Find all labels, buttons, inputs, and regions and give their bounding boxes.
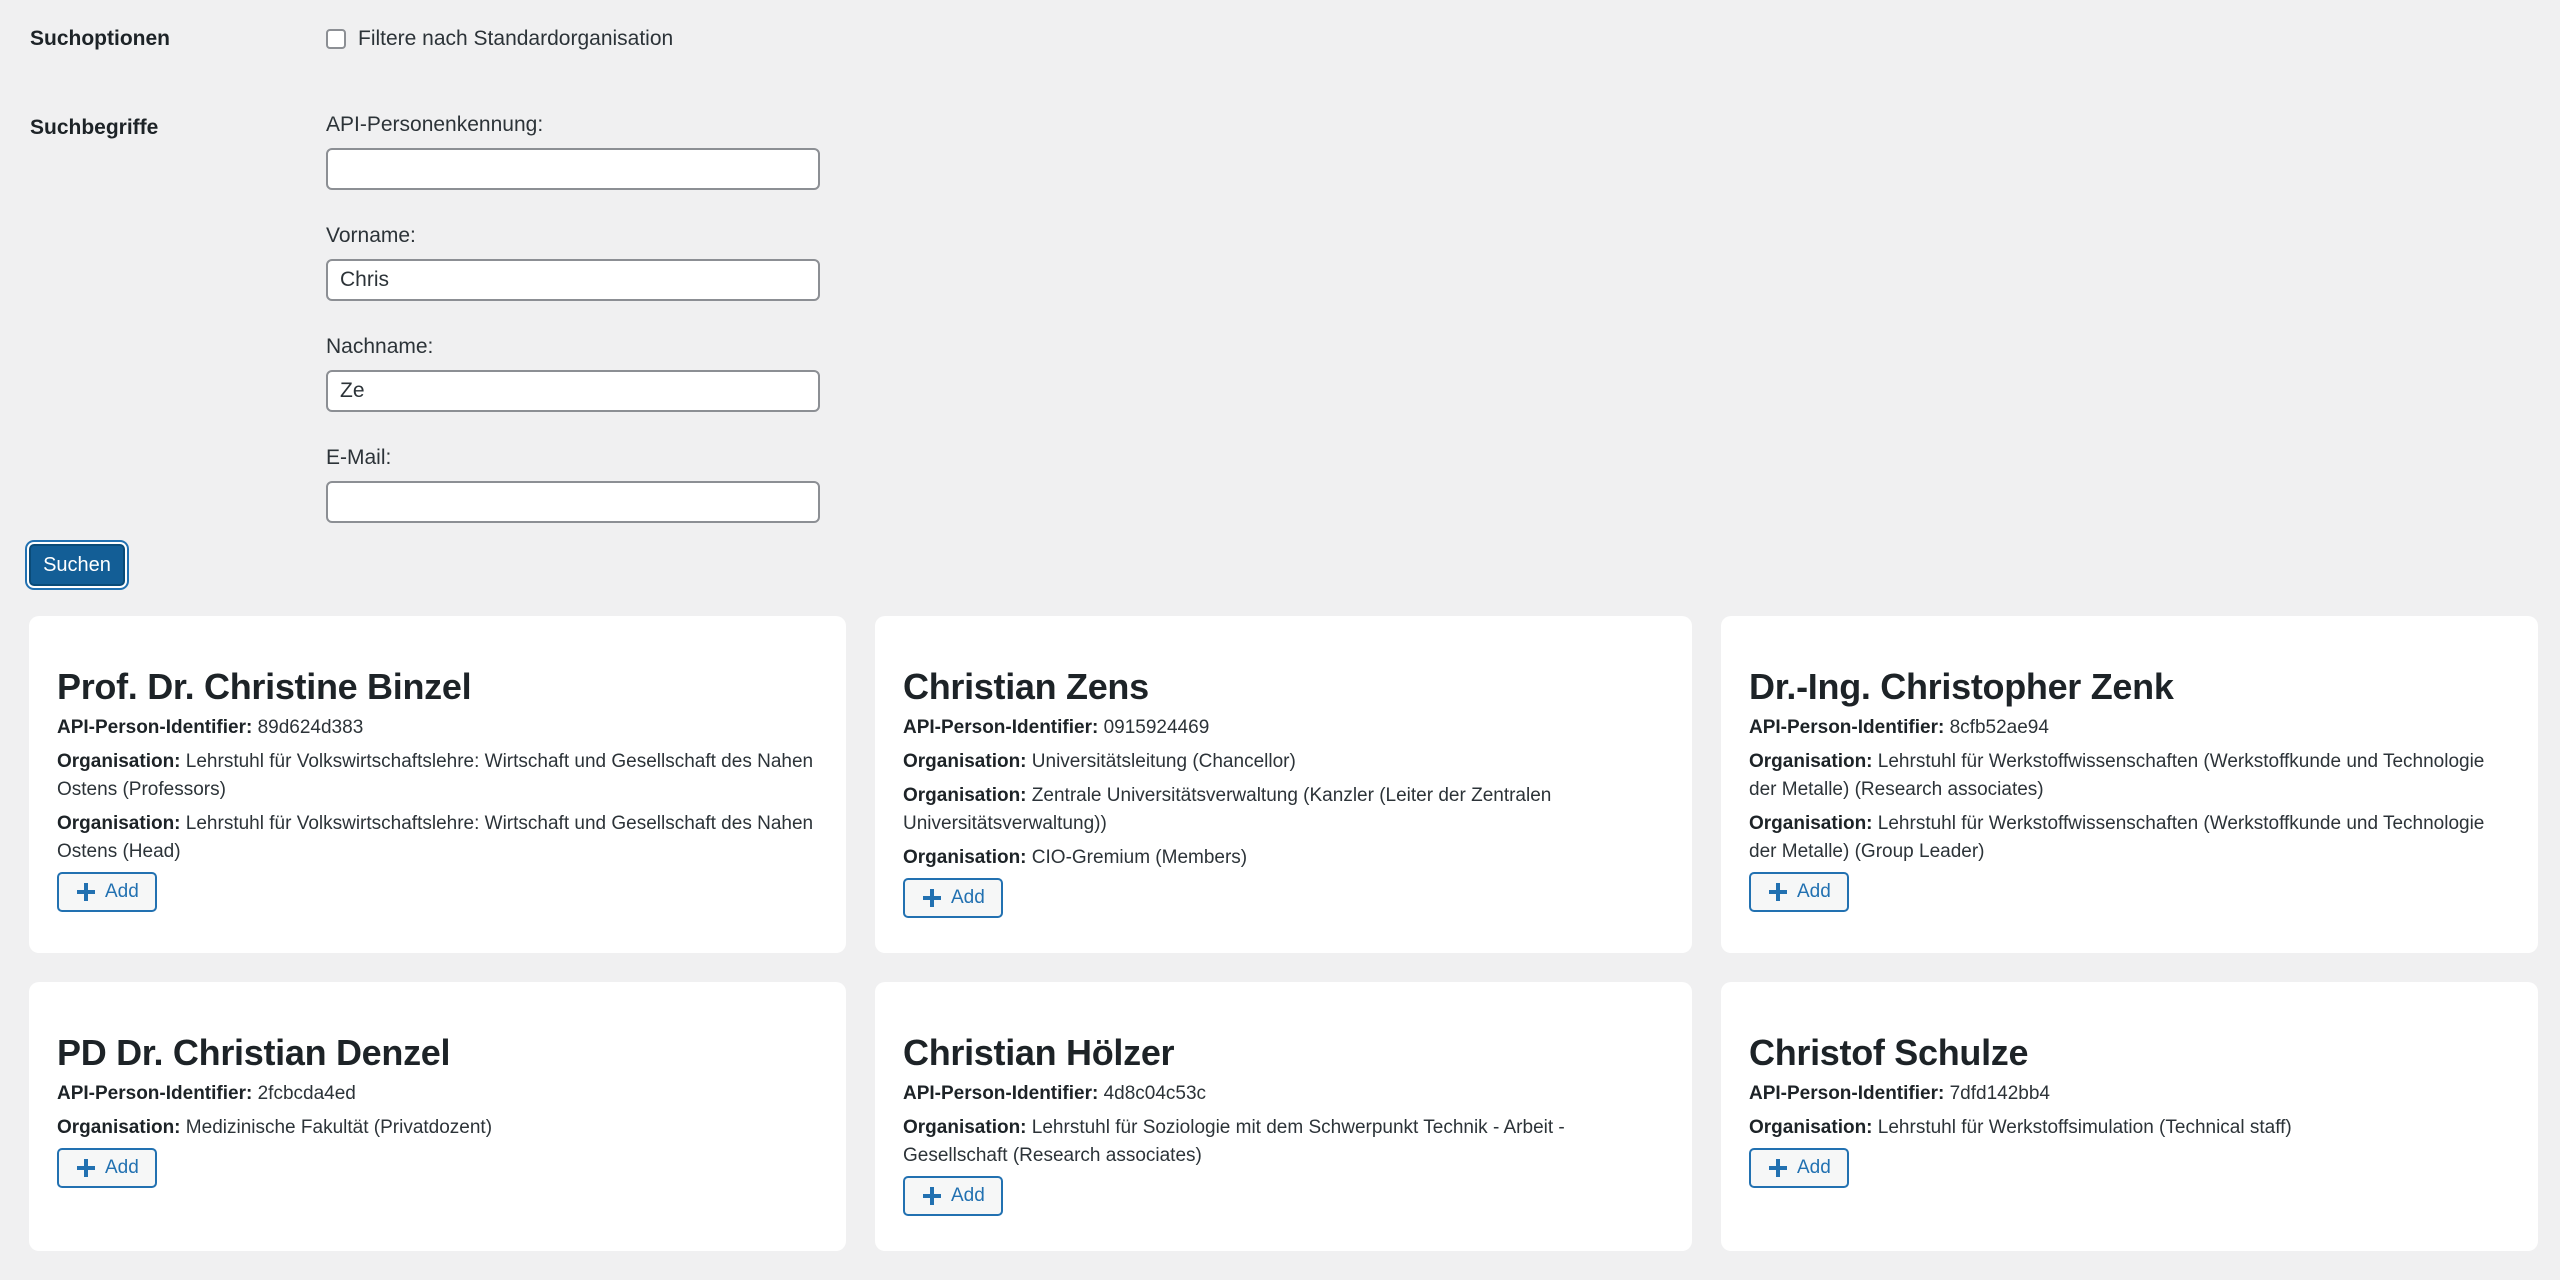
organisation-label: Organisation: — [57, 1117, 181, 1138]
add-button-label: Add — [1797, 881, 1831, 902]
add-button-label: Add — [1797, 1157, 1831, 1178]
add-button-label: Add — [951, 1185, 985, 1206]
last-name-input[interactable]: Ze — [326, 370, 820, 412]
add-button-label: Add — [105, 1157, 139, 1178]
organisation-line: Organisation: CIO-Gremium (Members) — [903, 844, 1664, 872]
email-label: E-Mail: — [326, 446, 392, 469]
default-org-filter[interactable]: Filtere nach Standardorganisation — [326, 27, 673, 51]
identifier-value: 2fcbcda4ed — [257, 1083, 356, 1104]
organisation-line: Organisation: Lehrstuhl für Werkstoffsim… — [1749, 1114, 2510, 1142]
plus-icon — [77, 883, 95, 901]
person-details: API-Person-Identifier: 89d624d383 Organis… — [57, 714, 818, 912]
identifier-line: API-Person-Identifier: 89d624d383 — [57, 714, 818, 742]
add-person-button[interactable]: Add — [1749, 872, 1849, 912]
identifier-line: API-Person-Identifier: 8cfb52ae94 — [1749, 714, 2510, 742]
identifier-label: API-Person-Identifier: — [1749, 1083, 1945, 1104]
person-details: API-Person-Identifier: 7dfd142bb4 Organis… — [1749, 1080, 2510, 1188]
identifier-value: 0915924469 — [1103, 717, 1210, 738]
identifier-label: API-Person-Identifier: — [57, 717, 253, 738]
organisation-label: Organisation: — [1749, 751, 1873, 772]
person-details: API-Person-Identifier: 8cfb52ae94 Organis… — [1749, 714, 2510, 912]
person-card: Prof. Dr. Christine Binzel API-Person-Ide… — [29, 616, 846, 953]
default-org-checkbox[interactable] — [326, 29, 346, 49]
organisation-line: Organisation: Lehrstuhl für Werkstoffwis… — [1749, 810, 2510, 866]
person-details: API-Person-Identifier: 4d8c04c53c Organis… — [903, 1080, 1664, 1216]
organisation-value: Universitätsleitung (Chancellor) — [1031, 751, 1296, 772]
organisation-value: Lehrstuhl für Werkstoffsimulation (Techn… — [1877, 1117, 2292, 1138]
organisation-value: CIO-Gremium (Members) — [1031, 847, 1248, 868]
organisation-label: Organisation: — [57, 751, 181, 772]
identifier-line: API-Person-Identifier: 0915924469 — [903, 714, 1664, 742]
api-person-id-input[interactable] — [326, 148, 820, 190]
email-input[interactable] — [326, 481, 820, 523]
organisation-line: Organisation: Lehrstuhl für Volkswirtsch… — [57, 748, 818, 804]
organisation-label: Organisation: — [1749, 813, 1873, 834]
plus-icon — [923, 889, 941, 907]
person-details: API-Person-Identifier: 2fcbcda4ed Organis… — [57, 1080, 818, 1188]
organisation-line: Organisation: Zentrale Universitätsverwa… — [903, 782, 1664, 838]
identifier-value: 7dfd142bb4 — [1949, 1083, 2050, 1104]
api-person-id-label: API-Personenkennung: — [326, 113, 544, 136]
organisation-label: Organisation: — [903, 751, 1027, 772]
identifier-value: 8cfb52ae94 — [1949, 717, 2049, 738]
add-person-button[interactable]: Add — [903, 878, 1003, 918]
plus-icon — [923, 1187, 941, 1205]
identifier-value: 89d624d383 — [257, 717, 364, 738]
identifier-line: API-Person-Identifier: 7dfd142bb4 — [1749, 1080, 2510, 1108]
person-name: Prof. Dr. Christine Binzel — [57, 666, 472, 707]
organisation-line: Organisation: Lehrstuhl für Volkswirtsch… — [57, 810, 818, 866]
search-terms-label: Suchbegriffe — [30, 116, 159, 139]
person-name: Christian Hölzer — [903, 1032, 1175, 1073]
identifier-label: API-Person-Identifier: — [903, 717, 1099, 738]
organisation-label: Organisation: — [903, 1117, 1027, 1138]
person-details: API-Person-Identifier: 0915924469 Organis… — [903, 714, 1664, 918]
add-person-button[interactable]: Add — [1749, 1148, 1849, 1188]
person-card: Christian Hölzer API-Person-Identifier: 4… — [875, 982, 1692, 1251]
plus-icon — [77, 1159, 95, 1177]
plus-icon — [1769, 1159, 1787, 1177]
add-button-label: Add — [951, 887, 985, 908]
search-options-label: Suchoptionen — [30, 27, 170, 50]
last-name-label: Nachname: — [326, 335, 434, 358]
person-name: Christian Zens — [903, 666, 1149, 707]
person-card: Dr.-Ing. Christopher Zenk API-Person-Iden… — [1721, 616, 2538, 953]
first-name-label: Vorname: — [326, 224, 416, 247]
person-card: PD Dr. Christian Denzel API-Person-Identi… — [29, 982, 846, 1251]
add-person-button[interactable]: Add — [57, 872, 157, 912]
add-button-label: Add — [105, 881, 139, 902]
search-button[interactable]: Suchen — [29, 544, 125, 586]
identifier-line: API-Person-Identifier: 4d8c04c53c — [903, 1080, 1664, 1108]
identifier-line: API-Person-Identifier: 2fcbcda4ed — [57, 1080, 818, 1108]
identifier-label: API-Person-Identifier: — [903, 1083, 1099, 1104]
person-card: Christof Schulze API-Person-Identifier: 7… — [1721, 982, 2538, 1251]
add-person-button[interactable]: Add — [903, 1176, 1003, 1216]
organisation-line: Organisation: Lehrstuhl für Werkstoffwis… — [1749, 748, 2510, 804]
search-page: Suchoptionen Filtere nach Standardorgani… — [0, 0, 2560, 1280]
person-name: Dr.-Ing. Christopher Zenk — [1749, 666, 2174, 707]
organisation-label: Organisation: — [903, 785, 1027, 806]
identifier-label: API-Person-Identifier: — [57, 1083, 253, 1104]
organisation-line: Organisation: Universitätsleitung (Chanc… — [903, 748, 1664, 776]
organisation-label: Organisation: — [57, 813, 181, 834]
organisation-line: Organisation: Lehrstuhl für Soziologie m… — [903, 1114, 1664, 1170]
identifier-value: 4d8c04c53c — [1103, 1083, 1207, 1104]
organisation-label: Organisation: — [1749, 1117, 1873, 1138]
person-name: PD Dr. Christian Denzel — [57, 1032, 451, 1073]
identifier-label: API-Person-Identifier: — [1749, 717, 1945, 738]
person-card: Christian Zens API-Person-Identifier: 091… — [875, 616, 1692, 953]
organisation-line: Organisation: Medizinische Fakultät (Pri… — [57, 1114, 818, 1142]
person-name: Christof Schulze — [1749, 1032, 2029, 1073]
organisation-label: Organisation: — [903, 847, 1027, 868]
plus-icon — [1769, 883, 1787, 901]
add-person-button[interactable]: Add — [57, 1148, 157, 1188]
first-name-input[interactable]: Chris — [326, 259, 820, 301]
organisation-value: Medizinische Fakultät (Privatdozent) — [185, 1117, 493, 1138]
default-org-filter-label: Filtere nach Standardorganisation — [358, 27, 674, 50]
